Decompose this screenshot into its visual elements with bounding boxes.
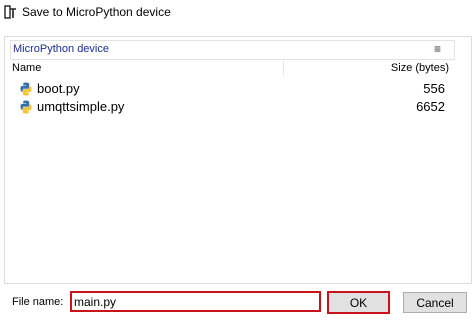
cancel-button[interactable]: Cancel bbox=[403, 292, 467, 313]
column-header-size[interactable]: Size (bytes) bbox=[391, 60, 449, 76]
file-row-boot[interactable]: boot.py 556 bbox=[10, 79, 450, 99]
file-name: boot.py bbox=[37, 81, 80, 96]
file-name: umqttsimple.py bbox=[37, 99, 125, 114]
python-file-icon bbox=[20, 82, 32, 96]
ok-button[interactable]: OK bbox=[327, 291, 390, 314]
file-row-umqttsimple[interactable]: umqttsimple.py 6652 bbox=[10, 97, 450, 117]
thonny-app-icon bbox=[4, 5, 16, 19]
file-name-input[interactable] bbox=[70, 291, 321, 312]
window-title: Save to MicroPython device bbox=[22, 5, 171, 19]
title-bar: Save to MicroPython device bbox=[0, 0, 474, 26]
column-header-name[interactable]: Name bbox=[12, 60, 41, 76]
file-name-label: File name: bbox=[12, 296, 64, 308]
file-size: 6652 bbox=[416, 99, 445, 114]
python-file-icon bbox=[20, 100, 32, 114]
column-divider[interactable] bbox=[283, 60, 284, 76]
file-size: 556 bbox=[423, 81, 445, 96]
hamburger-menu-icon[interactable]: ≡ bbox=[434, 41, 441, 57]
location-path: MicroPython device bbox=[13, 43, 109, 55]
